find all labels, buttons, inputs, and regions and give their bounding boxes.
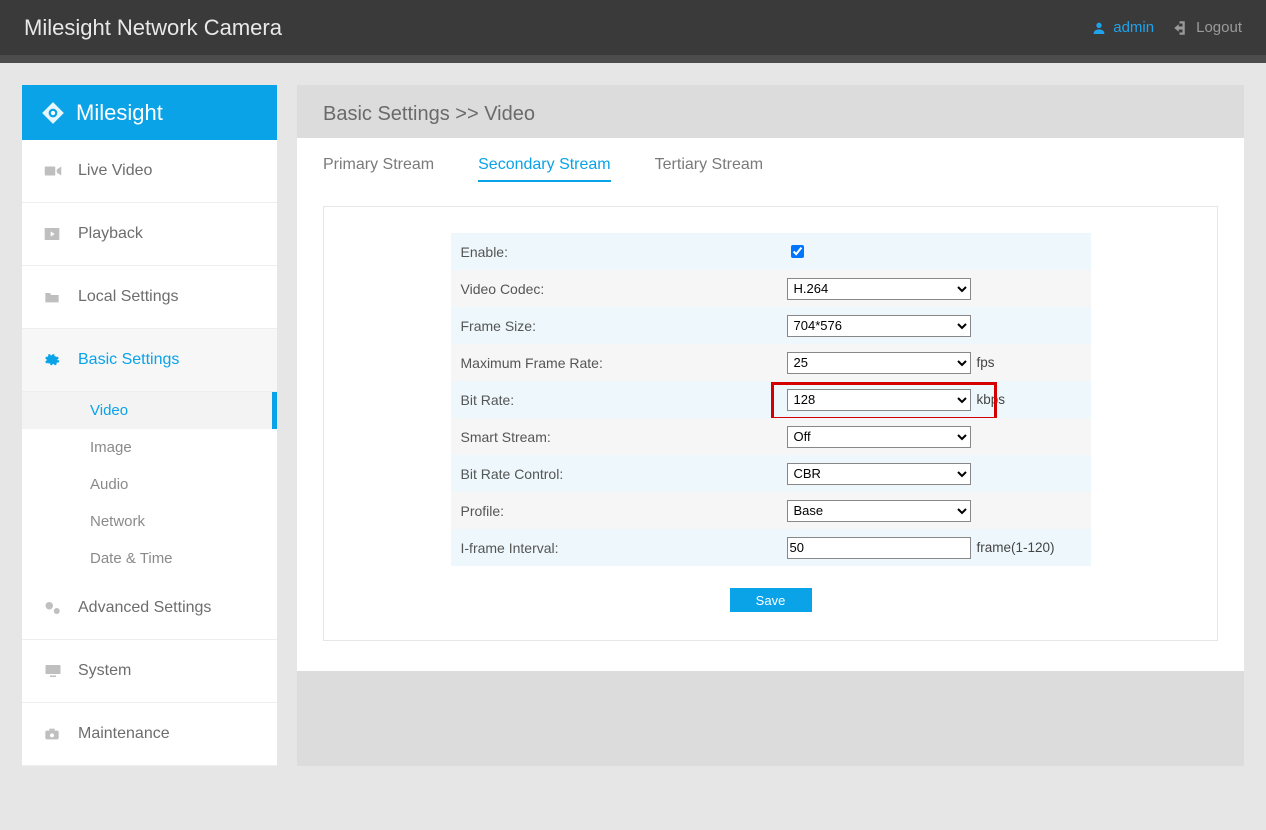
sidebar-item-live-video[interactable]: Live Video bbox=[22, 140, 277, 203]
subnav-label: Date & Time bbox=[90, 550, 173, 567]
sidebar-item-label: Maintenance bbox=[78, 725, 170, 743]
sidebar-item-label: Playback bbox=[78, 225, 143, 243]
sidebar-item-label: Advanced Settings bbox=[78, 599, 211, 617]
row-frame-size: Frame Size: 704*576 bbox=[451, 307, 1091, 344]
subnav-label: Video bbox=[90, 402, 128, 419]
sidebar-subitem-date-time[interactable]: Date & Time bbox=[22, 540, 277, 577]
frame-rate-unit: fps bbox=[977, 355, 995, 370]
sidebar-item-playback[interactable]: Playback bbox=[22, 203, 277, 266]
subnav-label: Network bbox=[90, 513, 145, 530]
breadcrumb: Basic Settings >> Video bbox=[297, 85, 1244, 138]
row-profile: Profile: Base bbox=[451, 492, 1091, 529]
header-right: admin Logout bbox=[1091, 19, 1242, 37]
bit-rate-unit: kbps bbox=[977, 392, 1006, 407]
label-frame-size: Frame Size: bbox=[451, 318, 781, 334]
tab-label: Secondary Stream bbox=[478, 156, 611, 173]
row-enable: Enable: bbox=[451, 233, 1091, 270]
label-profile: Profile: bbox=[451, 503, 781, 519]
bit-rate-select[interactable]: 128 bbox=[787, 389, 971, 411]
brand-logo-icon bbox=[40, 100, 66, 126]
label-frame-rate: Maximum Frame Rate: bbox=[451, 355, 781, 371]
subnav-label: Image bbox=[90, 439, 132, 456]
iframe-unit: frame(1-120) bbox=[977, 540, 1055, 555]
sidebar-item-label: System bbox=[78, 662, 131, 680]
save-button[interactable]: Save bbox=[730, 588, 812, 612]
row-bit-rate: Bit Rate: 128 kbps bbox=[451, 381, 1091, 418]
basic-settings-subnav: Video Image Audio Network Date & Time bbox=[22, 392, 277, 577]
sidebar-item-label: Local Settings bbox=[78, 288, 179, 306]
sidebar-subitem-video[interactable]: Video bbox=[22, 392, 277, 429]
row-smart-stream: Smart Stream: Off bbox=[451, 418, 1091, 455]
subnav-label: Audio bbox=[90, 476, 128, 493]
header-bar: Milesight Network Camera admin Logout bbox=[0, 0, 1266, 55]
logout-label: Logout bbox=[1196, 19, 1242, 36]
tab-tertiary-stream[interactable]: Tertiary Stream bbox=[655, 156, 763, 182]
brand: Milesight bbox=[22, 85, 277, 140]
frame-size-select[interactable]: 704*576 bbox=[787, 315, 971, 337]
sidebar-item-basic-settings[interactable]: Basic Settings bbox=[22, 329, 277, 392]
row-frame-rate: Maximum Frame Rate: 25 fps bbox=[451, 344, 1091, 381]
label-bit-rate-control: Bit Rate Control: bbox=[451, 466, 781, 482]
tab-label: Tertiary Stream bbox=[655, 156, 763, 173]
sidebar-item-maintenance[interactable]: Maintenance bbox=[22, 703, 277, 766]
sidebar-subitem-network[interactable]: Network bbox=[22, 503, 277, 540]
save-row: Save bbox=[338, 588, 1203, 612]
app-title: Milesight Network Camera bbox=[24, 15, 282, 41]
user-label: admin bbox=[1113, 19, 1154, 36]
sidebar-subitem-audio[interactable]: Audio bbox=[22, 466, 277, 503]
row-video-codec: Video Codec: H.264 bbox=[451, 270, 1091, 307]
tab-secondary-stream[interactable]: Secondary Stream bbox=[478, 156, 611, 182]
row-bit-rate-control: Bit Rate Control: CBR bbox=[451, 455, 1091, 492]
tab-primary-stream[interactable]: Primary Stream bbox=[323, 156, 434, 182]
profile-select[interactable]: Base bbox=[787, 500, 971, 522]
brand-name: Milesight bbox=[76, 100, 163, 126]
sidebar-item-label: Basic Settings bbox=[78, 351, 179, 369]
camera-small-icon bbox=[44, 727, 64, 741]
iframe-interval-input[interactable] bbox=[787, 537, 971, 559]
camera-icon bbox=[44, 164, 64, 178]
play-icon bbox=[44, 227, 64, 241]
logout-button[interactable]: Logout bbox=[1172, 19, 1242, 37]
video-form: Enable: Video Codec: H.264 Frame Size: bbox=[323, 206, 1218, 641]
panel: Primary Stream Secondary Stream Tertiary… bbox=[297, 138, 1244, 671]
stream-tabs: Primary Stream Secondary Stream Tertiary… bbox=[323, 156, 1218, 182]
label-enable: Enable: bbox=[451, 244, 781, 260]
label-iframe-interval: I-frame Interval: bbox=[451, 540, 781, 556]
monitor-icon bbox=[44, 663, 64, 679]
sidebar-item-local-settings[interactable]: Local Settings bbox=[22, 266, 277, 329]
current-user[interactable]: admin bbox=[1091, 19, 1154, 36]
enable-checkbox[interactable] bbox=[791, 245, 804, 258]
gears-icon bbox=[44, 600, 64, 616]
sidebar-item-label: Live Video bbox=[78, 162, 152, 180]
user-icon bbox=[1091, 20, 1107, 36]
nav: Live Video Playback Local Settings Basic… bbox=[22, 140, 277, 766]
tab-label: Primary Stream bbox=[323, 156, 434, 173]
label-video-codec: Video Codec: bbox=[451, 281, 781, 297]
row-iframe-interval: I-frame Interval: frame(1-120) bbox=[451, 529, 1091, 566]
bit-rate-control-select[interactable]: CBR bbox=[787, 463, 971, 485]
logout-icon bbox=[1172, 19, 1190, 37]
folder-icon bbox=[44, 290, 64, 304]
sidebar-item-advanced-settings[interactable]: Advanced Settings bbox=[22, 577, 277, 640]
smart-stream-select[interactable]: Off bbox=[787, 426, 971, 448]
sidebar-item-system[interactable]: System bbox=[22, 640, 277, 703]
gear-icon bbox=[44, 352, 64, 368]
video-codec-select[interactable]: H.264 bbox=[787, 278, 971, 300]
frame-rate-select[interactable]: 25 bbox=[787, 352, 971, 374]
header-sub-bar bbox=[0, 55, 1266, 63]
sidebar-subitem-image[interactable]: Image bbox=[22, 429, 277, 466]
label-smart-stream: Smart Stream: bbox=[451, 429, 781, 445]
sidebar: Milesight Live Video Playback Local Sett bbox=[22, 85, 277, 766]
form-rows: Enable: Video Codec: H.264 Frame Size: bbox=[451, 233, 1091, 566]
content-area: Basic Settings >> Video Primary Stream S… bbox=[297, 85, 1244, 766]
label-bit-rate: Bit Rate: bbox=[451, 392, 781, 408]
